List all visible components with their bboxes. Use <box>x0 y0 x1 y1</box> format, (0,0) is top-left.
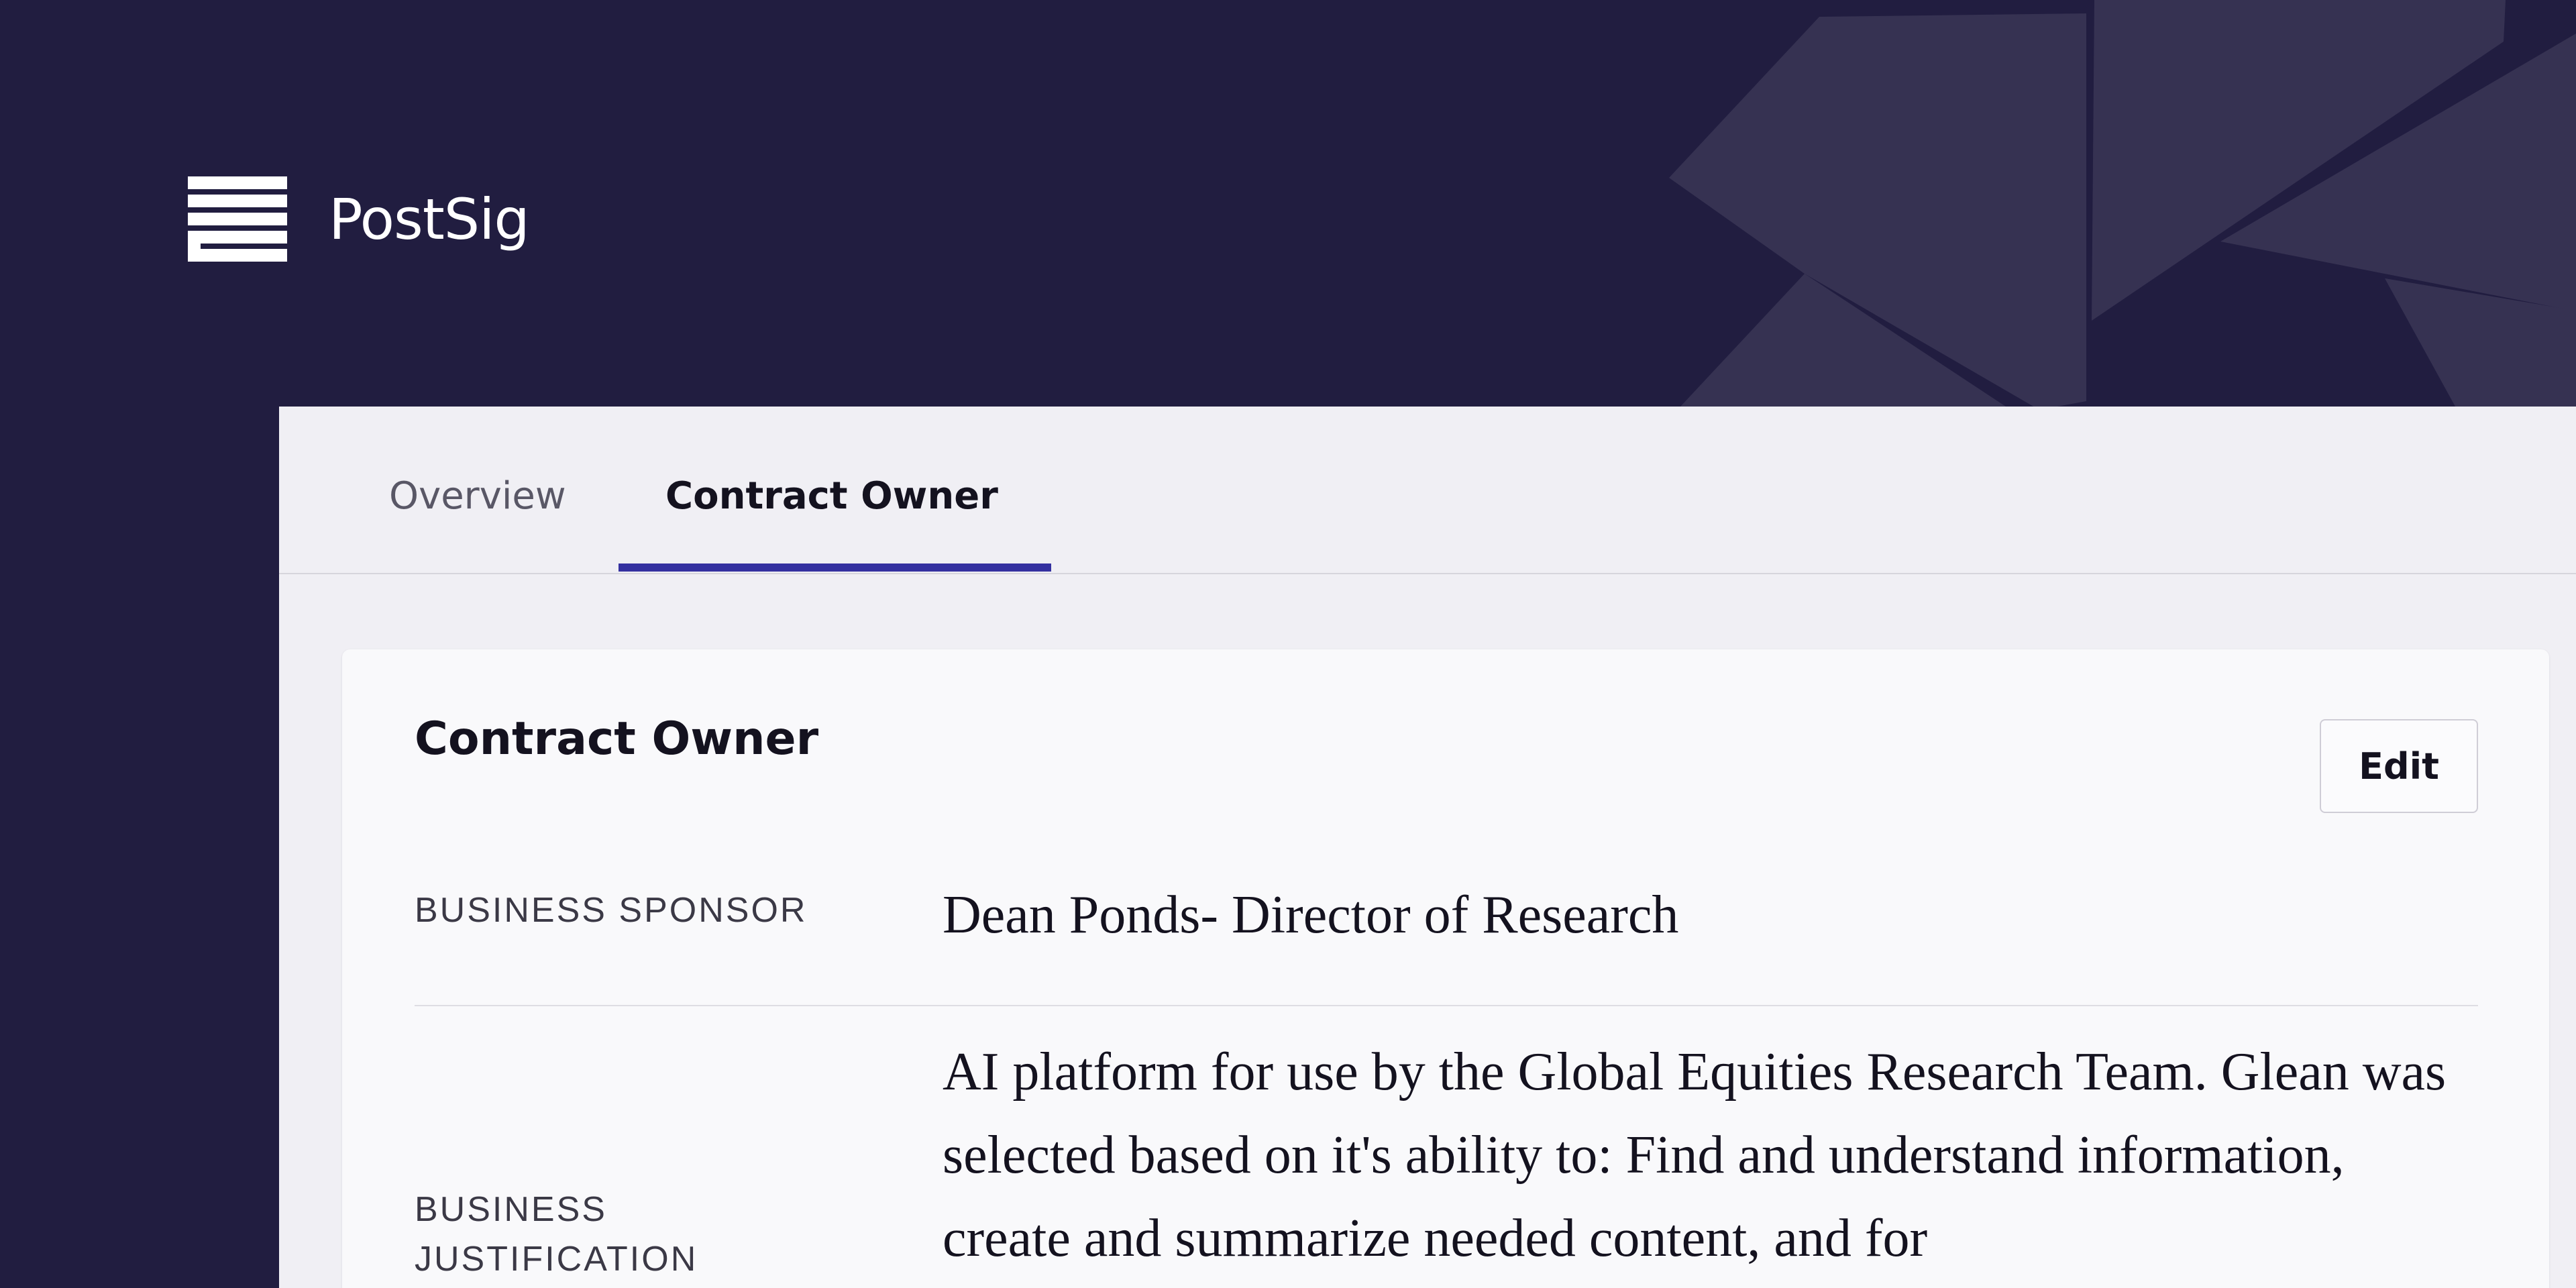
tab-contract-owner[interactable]: Contract Owner <box>665 478 998 515</box>
brand-name: PostSig <box>329 186 530 252</box>
brand[interactable]: PostSig <box>188 176 530 262</box>
content-panel: Overview Contract Owner Contract Owner E… <box>279 407 2576 1288</box>
row-divider <box>415 1005 2478 1006</box>
business-sponsor-label: BUSINESS SPONSOR <box>415 891 808 930</box>
app-window: PostSig Overview Contract Owner Contract… <box>0 0 2576 1288</box>
postsig-logo-icon <box>188 176 287 262</box>
business-sponsor-value: Dean Ponds- Director of Research <box>943 885 1679 945</box>
tab-overview[interactable]: Overview <box>389 478 566 515</box>
active-tab-indicator <box>619 564 1051 572</box>
business-justification-label: BUSINESS JUSTIFICATION <box>415 1190 698 1279</box>
tab-bar: Overview Contract Owner <box>279 407 2576 574</box>
edit-button[interactable]: Edit <box>2320 719 2478 813</box>
contract-owner-card: Contract Owner Edit BUSINESS SPONSOR Dea… <box>342 649 2549 1288</box>
card-title: Contract Owner <box>415 712 819 765</box>
business-justification-value: AI platform for use by the Global Equiti… <box>943 1042 2447 1268</box>
